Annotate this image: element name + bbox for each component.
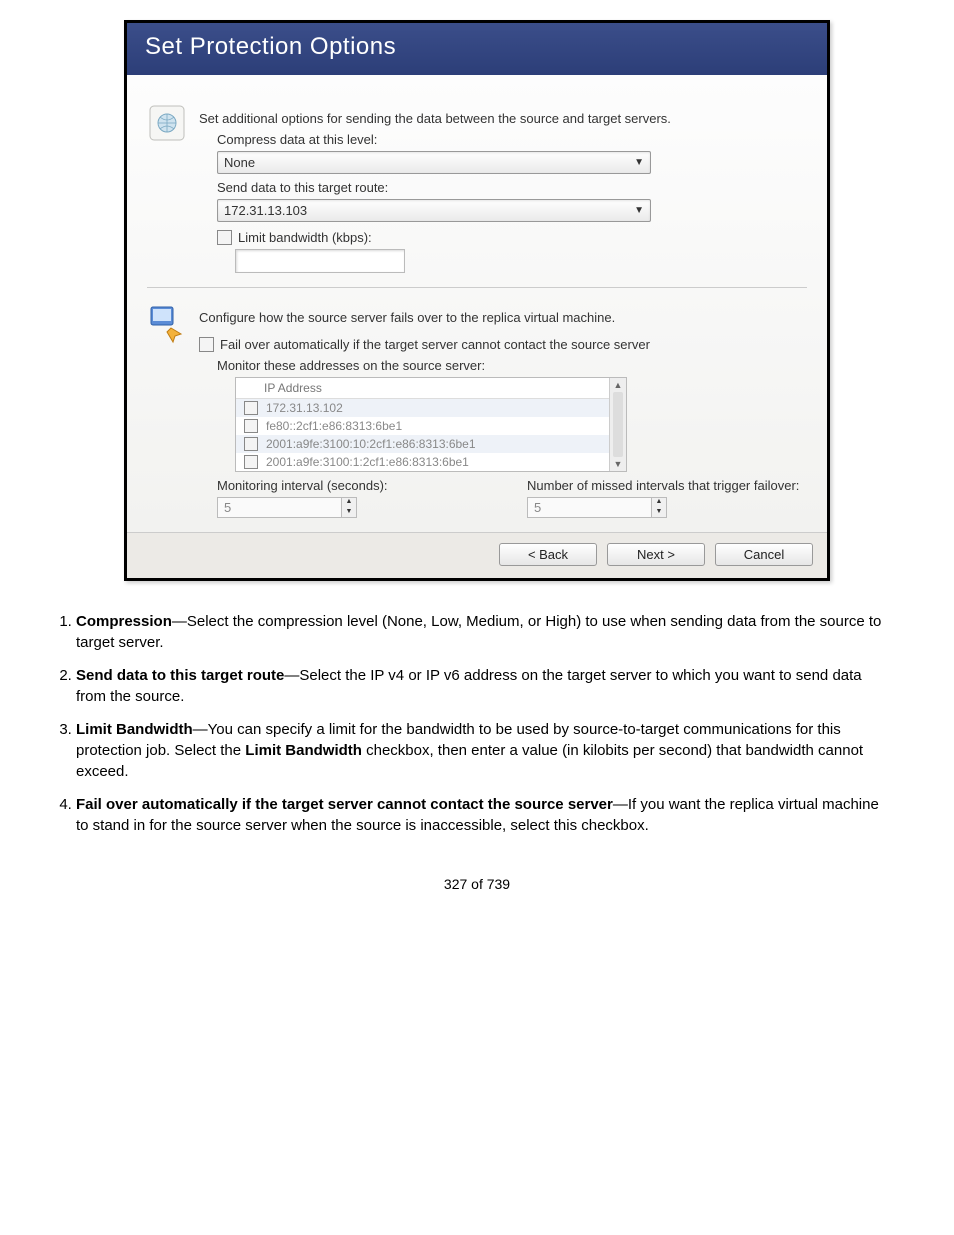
- term: Compression: [76, 613, 172, 630]
- next-button[interactable]: Next >: [607, 543, 705, 566]
- ip-column-header: IP Address: [236, 378, 626, 399]
- list-item[interactable]: 2001:a9fe:3100:10:2cf1:e86:8313:6be1: [236, 435, 626, 453]
- spin-down-icon[interactable]: ▼: [652, 508, 666, 518]
- list-item[interactable]: fe80::2cf1:e86:8313:6be1: [236, 417, 626, 435]
- compress-dropdown[interactable]: None ▼: [217, 151, 651, 174]
- dialog-button-row: < Back Next > Cancel: [127, 532, 827, 578]
- failover-auto-checkbox[interactable]: [199, 337, 214, 352]
- term: Limit Bandwidth: [76, 721, 193, 738]
- row-checkbox[interactable]: [244, 401, 258, 415]
- section-divider: [147, 287, 807, 288]
- back-button[interactable]: < Back: [499, 543, 597, 566]
- row-checkbox[interactable]: [244, 437, 258, 451]
- scroll-down-icon[interactable]: ▼: [614, 459, 623, 469]
- ip-address-list[interactable]: IP Address 172.31.13.102 fe80::2cf1:e86:…: [235, 377, 627, 472]
- missed-label: Number of missed intervals that trigger …: [527, 478, 807, 493]
- row-checkbox[interactable]: [244, 455, 258, 469]
- ip-cell: fe80::2cf1:e86:8313:6be1: [266, 419, 402, 433]
- missed-value[interactable]: 5: [527, 497, 652, 518]
- scroll-thumb[interactable]: [613, 392, 623, 457]
- interval-spinner[interactable]: 5 ▲▼: [217, 497, 357, 518]
- scroll-up-icon[interactable]: ▲: [614, 380, 623, 390]
- doc-item-2: Send data to this target route—Select th…: [76, 665, 894, 707]
- doc-item-3: Limit Bandwidth—You can specify a limit …: [76, 719, 894, 782]
- compress-value: None: [224, 155, 255, 170]
- spin-down-icon[interactable]: ▼: [342, 508, 356, 518]
- compress-label: Compress data at this level:: [217, 132, 807, 147]
- body: —Select the compression level (None, Low…: [76, 613, 881, 651]
- section-failover: Configure how the source server fails ov…: [147, 292, 807, 524]
- doc-item-4: Fail over automatically if the target se…: [76, 794, 894, 836]
- dialog-window: Set Protection Options Set additional op…: [124, 20, 830, 581]
- ip-cell: 2001:a9fe:3100:1:2cf1:e86:8313:6be1: [266, 455, 469, 469]
- doc-ordered-list: Compression—Select the compression level…: [20, 611, 894, 836]
- ip-cell: 2001:a9fe:3100:10:2cf1:e86:8313:6be1: [266, 437, 476, 451]
- interval-label: Monitoring interval (seconds):: [217, 478, 497, 493]
- term: Fail over automatically if the target se…: [76, 796, 613, 813]
- server-transfer-icon: [147, 304, 187, 344]
- scrollbar[interactable]: ▲ ▼: [609, 378, 626, 471]
- term2: Limit Bandwidth: [245, 742, 362, 759]
- ip-cell: 172.31.13.102: [266, 401, 343, 415]
- failover-intro: Configure how the source server fails ov…: [199, 310, 807, 325]
- chevron-down-icon: ▼: [634, 205, 644, 216]
- monitor-label: Monitor these addresses on the source se…: [217, 358, 807, 373]
- route-label: Send data to this target route:: [217, 180, 807, 195]
- list-item[interactable]: 172.31.13.102: [236, 399, 626, 417]
- doc-item-1: Compression—Select the compression level…: [76, 611, 894, 653]
- limit-bandwidth-input[interactable]: [235, 249, 405, 273]
- interval-value[interactable]: 5: [217, 497, 342, 518]
- dialog-body: Set additional options for sending the d…: [127, 75, 827, 532]
- row-checkbox[interactable]: [244, 419, 258, 433]
- cancel-button[interactable]: Cancel: [715, 543, 813, 566]
- section-intro: Set additional options for sending the d…: [199, 111, 807, 126]
- limit-bandwidth-label: Limit bandwidth (kbps):: [238, 230, 372, 245]
- gear-globe-icon: [147, 105, 187, 145]
- limit-bandwidth-checkbox[interactable]: [217, 230, 232, 245]
- route-dropdown[interactable]: 172.31.13.103 ▼: [217, 199, 651, 222]
- section-protection: Set additional options for sending the d…: [147, 93, 807, 279]
- chevron-down-icon: ▼: [634, 157, 644, 168]
- spin-up-icon[interactable]: ▲: [342, 498, 356, 508]
- route-value: 172.31.13.103: [224, 203, 307, 218]
- list-item[interactable]: 2001:a9fe:3100:1:2cf1:e86:8313:6be1: [236, 453, 626, 471]
- spin-up-icon[interactable]: ▲: [652, 498, 666, 508]
- page-number: 327 of 739: [20, 876, 934, 892]
- dialog-title: Set Protection Options: [127, 23, 827, 75]
- missed-spinner[interactable]: 5 ▲▼: [527, 497, 667, 518]
- term: Send data to this target route: [76, 667, 284, 684]
- failover-auto-label: Fail over automatically if the target se…: [220, 337, 650, 352]
